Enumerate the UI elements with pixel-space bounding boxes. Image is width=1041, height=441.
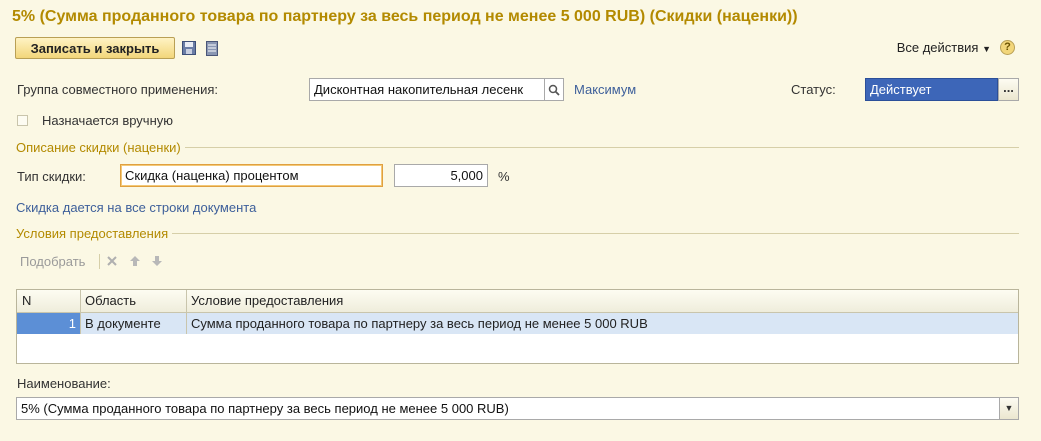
- chevron-down-icon: ▼: [982, 44, 991, 54]
- all-actions-menu[interactable]: Все действия ▼: [897, 40, 991, 55]
- pick-button[interactable]: Подобрать: [20, 254, 85, 269]
- all-actions-label: Все действия: [896, 40, 979, 55]
- search-icon: [548, 84, 560, 96]
- column-header-condition[interactable]: Условие предоставления: [186, 290, 1016, 312]
- floppy-disk-icon[interactable]: [181, 40, 197, 56]
- discount-section-header: Описание скидки (наценки): [16, 140, 1019, 155]
- arrow-up-icon[interactable]: [129, 255, 141, 270]
- conditions-section-header: Условия предоставления: [16, 226, 1019, 241]
- manual-label: Назначается вручную: [42, 113, 174, 128]
- document-list-icon[interactable]: [204, 40, 220, 56]
- column-header-n[interactable]: N: [17, 290, 80, 312]
- status-choose-button[interactable]: ...: [998, 78, 1019, 101]
- percent-unit: %: [498, 169, 510, 184]
- percent-field[interactable]: 5,000: [394, 164, 488, 187]
- status-label: Статус:: [791, 82, 836, 97]
- discount-type-label: Тип скидки:: [17, 169, 86, 184]
- column-divider: [80, 290, 81, 334]
- toolbar-separator: [99, 254, 100, 269]
- column-header-area[interactable]: Область: [80, 290, 186, 312]
- all-rows-link[interactable]: Скидка дается на все строки документа: [16, 200, 256, 215]
- group-maximum-link[interactable]: Максимум: [574, 82, 636, 97]
- table-header: N Область Условие предоставления: [17, 290, 1018, 313]
- arrow-down-icon[interactable]: [151, 255, 163, 270]
- manual-checkbox[interactable]: [17, 115, 28, 126]
- conditions-table[interactable]: N Область Условие предоставления 1 В док…: [16, 289, 1019, 364]
- name-label: Наименование:: [17, 376, 111, 391]
- group-label: Группа совместного применения:: [17, 82, 218, 97]
- window-title: 5% (Сумма проданного товара по партнеру …: [12, 8, 798, 25]
- name-field[interactable]: 5% (Сумма проданного товара по партнеру …: [16, 397, 1000, 420]
- section-divider: [184, 147, 1019, 148]
- name-dropdown-button[interactable]: ▼: [999, 397, 1019, 420]
- column-divider: [186, 290, 187, 334]
- chevron-down-icon: ▼: [1004, 403, 1014, 413]
- discount-section-title: Описание скидки (наценки): [16, 140, 181, 155]
- row-area: В документе: [85, 316, 161, 331]
- table-row[interactable]: 1 В документе Сумма проданного товара по…: [17, 313, 1018, 334]
- status-field[interactable]: Действует: [865, 78, 998, 101]
- help-button[interactable]: ?: [1000, 40, 1015, 55]
- conditions-section-title: Условия предоставления: [16, 226, 169, 241]
- section-divider: [172, 233, 1019, 234]
- save-and-close-button[interactable]: Записать и закрыть: [15, 37, 175, 59]
- row-number: 1: [17, 313, 80, 334]
- group-field[interactable]: Дисконтная накопительная лесенк: [309, 78, 545, 101]
- search-button[interactable]: [544, 78, 564, 101]
- delete-icon[interactable]: [106, 255, 118, 270]
- row-condition: Сумма проданного товара по партнеру за в…: [191, 316, 648, 331]
- discount-type-field[interactable]: Скидка (наценка) процентом: [120, 164, 383, 187]
